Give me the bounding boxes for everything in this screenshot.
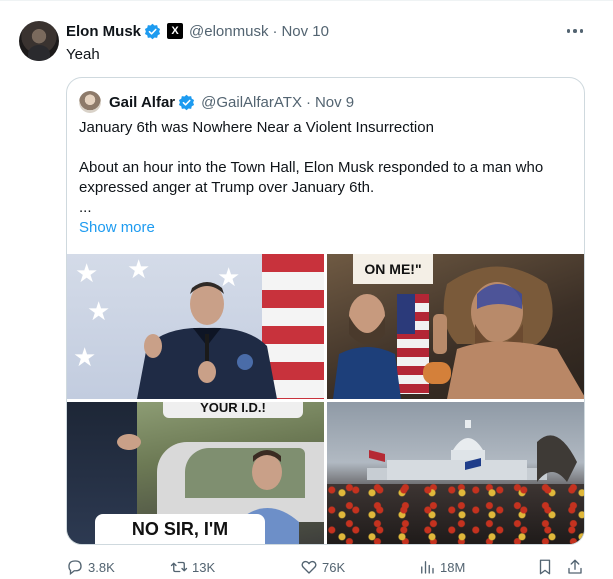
quote-header: Gail Alfar @GailAlfarATX · Nov 9 xyxy=(109,92,354,112)
separator-dot: · xyxy=(305,93,311,111)
analytics-icon xyxy=(421,561,434,574)
quote-line-2: About an hour into the Town Hall, Elon M… xyxy=(79,159,544,196)
views-button[interactable]: 18M xyxy=(418,556,465,578)
image-sign-text-bottom: NO SIR, I'M xyxy=(95,514,265,544)
quote-body: January 6th was Nowhere Near a Violent I… xyxy=(79,118,575,238)
separator-dot: · xyxy=(272,22,278,40)
show-more-link[interactable]: Show more xyxy=(79,218,575,238)
heart-icon xyxy=(301,560,317,574)
reply-button[interactable]: 3.8K xyxy=(66,556,115,578)
tweet-header: Elon Musk X @elonmusk · Nov 10 xyxy=(66,20,329,42)
quote-avatar[interactable] xyxy=(79,91,101,113)
like-count: 76K xyxy=(322,559,346,575)
more-options-icon[interactable] xyxy=(564,24,586,38)
quoted-tweet[interactable]: Gail Alfar @GailAlfarATX · Nov 9 January… xyxy=(66,77,585,545)
media-image-1[interactable]: ★ ★ ★ ★ ★ xyxy=(67,254,324,399)
top-divider xyxy=(0,0,613,8)
reply-count: 3.8K xyxy=(88,559,115,575)
media-image-2[interactable]: ON ME!" xyxy=(327,254,584,399)
x-affiliation-icon: X xyxy=(167,23,184,39)
media-grid: ★ ★ ★ ★ ★ ON ME!" YOUR I.D.! NO SIR, I'M xyxy=(67,254,584,544)
views-count: 18M xyxy=(440,559,466,575)
quote-ellipsis: ... xyxy=(79,199,92,216)
author-handle[interactable]: @elonmusk xyxy=(189,23,268,40)
verified-badge-icon xyxy=(144,23,161,39)
bookmark-button[interactable] xyxy=(536,556,558,578)
image-sign-text-top: YOUR I.D.! xyxy=(163,402,303,418)
repost-icon xyxy=(170,561,188,573)
repost-button[interactable]: 13K xyxy=(170,556,215,578)
author-name[interactable]: Elon Musk xyxy=(66,23,141,40)
media-image-3[interactable]: YOUR I.D.! NO SIR, I'M xyxy=(67,402,324,544)
tweet-text: Yeah xyxy=(66,46,100,63)
like-button[interactable]: 76K xyxy=(300,556,345,578)
quote-line-1: January 6th was Nowhere Near a Violent I… xyxy=(79,119,434,136)
reply-icon xyxy=(68,560,82,576)
repost-count: 13K xyxy=(192,559,216,575)
quote-author-name[interactable]: Gail Alfar xyxy=(109,94,175,111)
avatar[interactable] xyxy=(19,21,59,61)
share-button[interactable] xyxy=(566,556,588,578)
media-image-4[interactable] xyxy=(327,402,584,544)
share-icon xyxy=(568,559,582,574)
verified-badge-icon xyxy=(179,94,195,110)
bookmark-icon xyxy=(539,559,551,575)
quote-timestamp[interactable]: Nov 9 xyxy=(315,94,354,111)
action-bar: 3.8K 13K 76K 18M xyxy=(66,556,586,578)
quote-author-handle[interactable]: @GailAlfarATX xyxy=(201,94,302,111)
tweet-timestamp[interactable]: Nov 10 xyxy=(281,23,329,40)
